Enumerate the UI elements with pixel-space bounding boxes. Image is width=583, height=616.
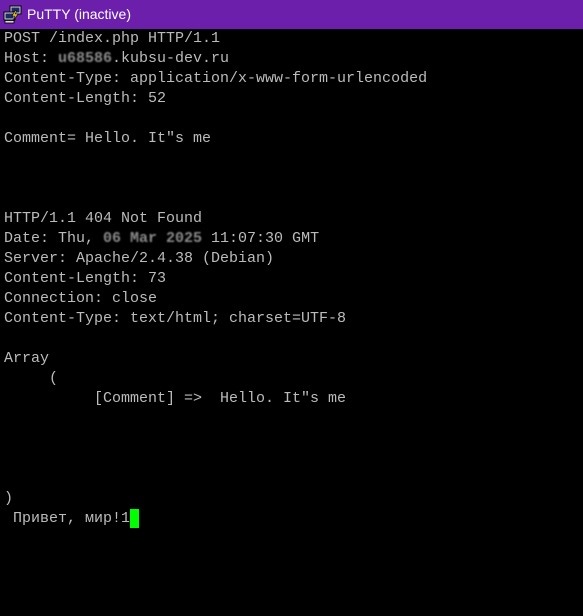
extra-output: Привет, мир!1: [4, 510, 131, 527]
response-server: Server: Apache/2.4.38 (Debian): [4, 250, 275, 267]
request-content-length: Content-Length: 52: [4, 90, 167, 107]
response-status-line: HTTP/1.1 404 Not Found: [4, 210, 203, 227]
array-entry: [Comment] => Hello. It"s me: [4, 390, 347, 407]
array-label: Array: [4, 350, 50, 367]
request-content-type: Content-Type: application/x-www-form-url…: [4, 70, 428, 87]
date-suffix: 11:07:30 GMT: [202, 230, 320, 247]
response-date-line: Date: Thu, 06 Mar 2025 11:07:30 GMT: [4, 229, 319, 249]
date-prefix: Date: Thu,: [4, 230, 95, 247]
putty-window: PuTTY (inactive) POST /index.php HTTP/1.…: [0, 0, 583, 616]
array-close: ): [4, 490, 14, 507]
response-content-length: Content-Length: 73: [4, 270, 167, 287]
host-prefix: Host:: [4, 50, 59, 67]
request-host-line: Host: u68586.kubsu-dev.ru: [4, 49, 229, 69]
response-connection: Connection: close: [4, 290, 158, 307]
prompt-line: Привет, мир!1: [4, 509, 140, 529]
date-redacted: 06 Mar 2025: [94, 230, 203, 247]
window-title: PuTTY (inactive): [27, 6, 131, 22]
request-line: POST /index.php HTTP/1.1: [4, 30, 221, 47]
response-content-type: Content-Type: text/html; charset=UTF-8: [4, 310, 347, 327]
putty-app-icon[interactable]: [3, 5, 22, 24]
terminal-output[interactable]: POST /index.php HTTP/1.1 Host: u68586.ku…: [0, 29, 583, 616]
array-open: (: [4, 370, 59, 387]
request-body: Comment= Hello. It"s me: [4, 130, 212, 147]
host-redacted: u68586: [58, 50, 113, 67]
host-suffix: .kubsu-dev.ru: [112, 50, 230, 67]
terminal-cursor: [130, 509, 140, 528]
title-bar[interactable]: PuTTY (inactive): [0, 0, 583, 29]
